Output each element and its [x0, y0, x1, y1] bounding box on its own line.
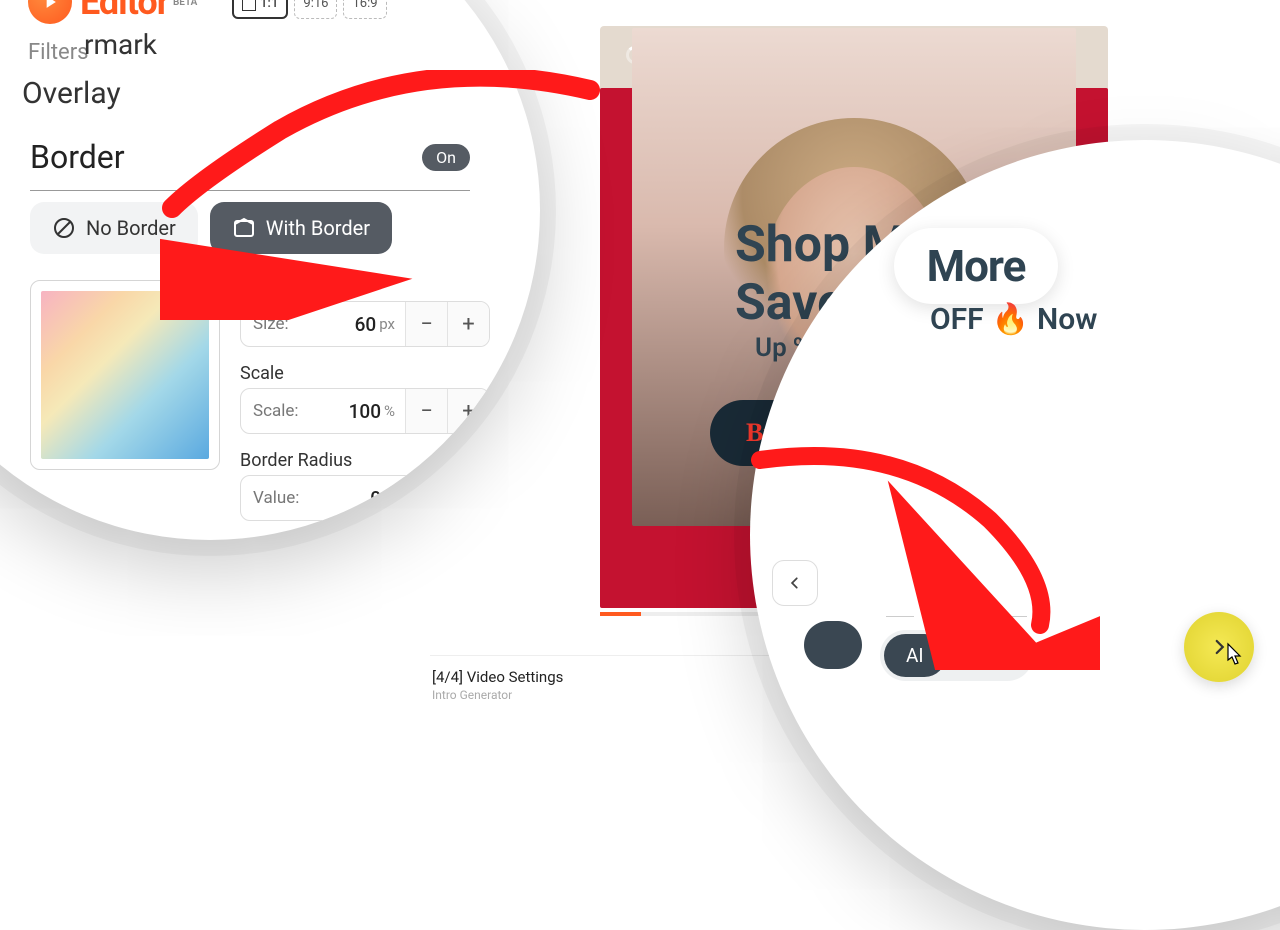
border-size-plus[interactable]: +	[447, 302, 489, 346]
cursor-icon	[1220, 642, 1244, 675]
load-favs-button[interactable]: Favs	[946, 634, 1029, 677]
scale-value[interactable]: 100	[311, 400, 384, 423]
radius-plus[interactable]: +	[447, 476, 489, 520]
scale-control: Scale: 100 % − +	[240, 388, 490, 434]
ratio-9-16[interactable]: 9:16	[294, 0, 337, 19]
sidebar-item-overlay[interactable]: Overlay	[22, 76, 121, 111]
radius-control: Value: 0 % − +	[240, 475, 490, 521]
ratio-1-1[interactable]: 1:1	[232, 0, 288, 19]
border-size-value[interactable]: 60	[311, 313, 379, 336]
no-border-button[interactable]: No Border	[30, 202, 198, 254]
app-logo-icon	[28, 0, 72, 24]
sidebar-item-filters[interactable]: Filters	[28, 40, 89, 65]
frame-icon	[232, 216, 256, 240]
scale-minus[interactable]: −	[405, 389, 447, 433]
load-ai-button[interactable]: AI	[884, 634, 946, 677]
sidebar-item-watermark[interactable]: rmark	[84, 28, 157, 61]
style-chip[interactable]	[804, 621, 862, 669]
border-title: Border	[30, 138, 125, 176]
radius-label: Border Radius	[240, 450, 490, 471]
ratio-16-9[interactable]: 16:9	[343, 0, 386, 19]
footer-step-info: [4/4] Video Settings Intro Generator	[432, 668, 563, 702]
scale-label: Scale	[240, 363, 490, 384]
footer-step-label: [4/4] Video Settings	[432, 668, 563, 686]
no-border-icon	[52, 216, 76, 240]
beta-badge: BETA	[173, 0, 197, 8]
border-size-label: Border Size	[240, 276, 490, 297]
border-size-control: Size: 60 px − +	[240, 301, 490, 347]
chevron-left-icon	[788, 576, 802, 590]
load-from-label: Load from	[924, 608, 988, 624]
app-name: Editor	[80, 0, 169, 23]
radius-value[interactable]: 0	[311, 487, 384, 510]
with-border-button[interactable]: With Border	[210, 202, 392, 254]
gradient-swatch	[41, 291, 209, 459]
scale-plus[interactable]: +	[447, 389, 489, 433]
left-zoom-circle: Editor BETA 1:1 9:16 16:9 Filters rmark …	[0, 0, 540, 540]
load-from-segment: AI Favs	[880, 630, 1033, 681]
footer-subtitle: Intro Generator	[432, 688, 563, 702]
border-toggle[interactable]: On	[422, 144, 470, 171]
border-section-header: Border On	[30, 138, 470, 191]
prev-button[interactable]	[772, 560, 818, 606]
border-size-minus[interactable]: −	[405, 302, 447, 346]
progress-fill	[600, 612, 641, 616]
radius-minus[interactable]: −	[405, 476, 447, 520]
border-preview-thumb[interactable]	[30, 280, 220, 470]
fire-icon: 🔥	[992, 302, 1029, 337]
promo-more-pill: More	[894, 228, 1058, 304]
promo-off-line: OFF🔥Now	[930, 302, 1097, 337]
aspect-ratio-group: 1:1 9:16 16:9	[232, 0, 387, 19]
